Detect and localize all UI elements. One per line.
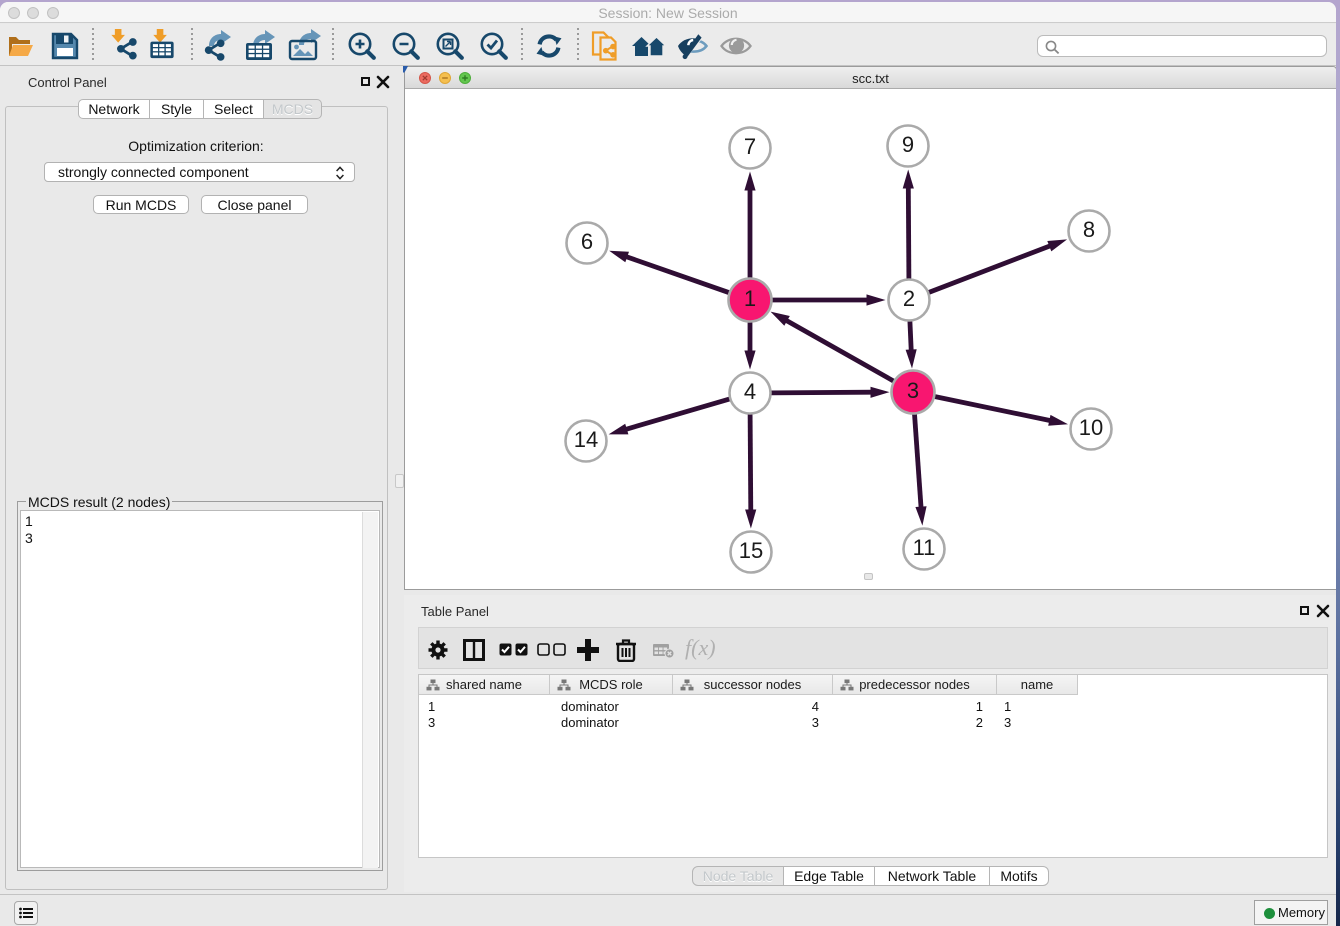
svg-text:15: 15 [739, 538, 763, 563]
svg-text:4: 4 [744, 379, 756, 404]
svg-text:3: 3 [907, 378, 919, 403]
svg-text:1: 1 [744, 286, 756, 311]
svg-text:7: 7 [744, 134, 756, 159]
svg-text:14: 14 [574, 427, 598, 452]
svg-text:9: 9 [902, 132, 914, 157]
svg-text:6: 6 [581, 229, 593, 254]
svg-text:11: 11 [913, 535, 936, 560]
svg-text:10: 10 [1079, 415, 1103, 440]
svg-text:8: 8 [1083, 217, 1095, 242]
svg-text:2: 2 [903, 286, 915, 311]
